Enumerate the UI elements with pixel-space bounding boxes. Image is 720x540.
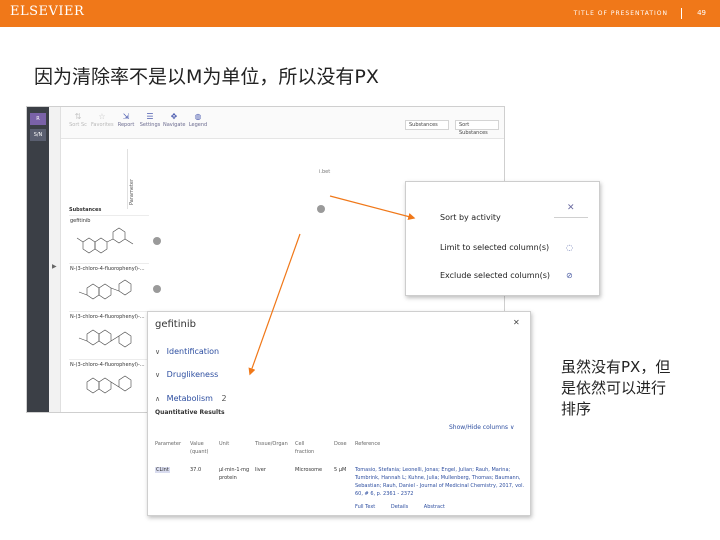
report-icon: ⇲ xyxy=(122,112,130,121)
tool-settings[interactable]: ☰ Settings xyxy=(139,112,161,128)
star-icon: ☆ xyxy=(98,112,106,121)
table-header: Reference xyxy=(355,441,381,447)
column-dot[interactable] xyxy=(317,205,325,213)
parameter-column-header[interactable]: Parameter xyxy=(127,149,139,209)
table-cell: 5 μM xyxy=(334,467,347,473)
toolbar: ⇅ Sort Sc ☆ Favorites ⇲ Report ☰ Setting… xyxy=(61,107,504,139)
abstract-link[interactable]: Abstract xyxy=(424,504,445,510)
brand-logo: ELSEVIER xyxy=(10,4,85,19)
navigate-icon: ✥ xyxy=(170,112,178,121)
section-druglikeness[interactable]: ∨ Druglikeness xyxy=(155,370,218,379)
table-cell: liver xyxy=(255,467,266,473)
list-item[interactable]: N-(3-chloro-4-fluorophenyl)-... xyxy=(69,263,149,309)
table-header: Dose xyxy=(334,441,347,447)
table-header: Parameter xyxy=(155,441,182,447)
exclude-icon[interactable]: ⊘ xyxy=(566,271,573,280)
chevron-down-icon: ∨ xyxy=(155,348,161,356)
molecule-structure-image xyxy=(86,375,132,394)
sort-icon: ⇅ xyxy=(74,112,82,121)
show-hide-label: Show/Hide columns xyxy=(449,424,509,431)
molecule-structure-image xyxy=(78,279,132,300)
sort-substances-select-label: Sort Substances xyxy=(459,122,488,136)
close-icon[interactable]: ✕ xyxy=(567,203,575,213)
value-dot[interactable] xyxy=(153,237,161,245)
table-header: Cell fraction xyxy=(295,441,315,455)
quantitative-results-heading: Quantitative Results xyxy=(155,409,225,416)
tool-legend[interactable]: ◍ Legend xyxy=(187,112,209,128)
tool-legend-label: Legend xyxy=(188,122,208,128)
molecule-structure-image xyxy=(76,227,134,254)
tool-navigate[interactable]: ✥ Navigate xyxy=(163,112,185,128)
sort-options-popup: Sort by activity ✕ Limit to selected col… xyxy=(405,181,600,296)
presentation-title: TITLE OF PRESENTATION xyxy=(573,10,668,17)
table-header: Unit xyxy=(219,441,230,447)
table-header: Tissue/Organ xyxy=(255,441,288,447)
expand-arrow-icon[interactable]: ▶ xyxy=(52,263,57,270)
close-icon[interactable]: ✕ xyxy=(513,318,520,327)
header-divider xyxy=(681,8,682,19)
section-count: 2 xyxy=(221,394,227,403)
section-label: Druglikeness xyxy=(166,370,219,379)
tool-report[interactable]: ⇲ Report xyxy=(115,112,137,128)
table-header: Value (quant) xyxy=(190,441,209,455)
rail-button-r[interactable]: R xyxy=(30,113,46,125)
filter-icon[interactable]: ◌ xyxy=(566,243,573,252)
reference-link[interactable]: Tomasio, Stefania; Leonelli, Jonas; Enge… xyxy=(355,466,527,498)
value-dot[interactable] xyxy=(153,285,161,293)
column-abbreviation: i.bet xyxy=(319,169,331,175)
parameter-header-text: Parameter xyxy=(129,178,135,205)
legend-icon: ◍ xyxy=(194,112,202,121)
settings-icon: ☰ xyxy=(146,112,154,121)
table-cell: CLint xyxy=(155,466,170,474)
tool-sort[interactable]: ⇅ Sort Sc xyxy=(67,112,89,128)
left-rail: R S/N xyxy=(27,107,49,412)
popup-divider xyxy=(554,217,588,218)
chevron-down-icon: ∨ xyxy=(509,424,515,431)
chevron-down-icon: ∨ xyxy=(155,371,161,379)
slide-title: 因为清除率不是以M为单位，所以没有PX xyxy=(34,66,379,88)
substances-select-label: Substances xyxy=(409,122,438,128)
table-cell: 37.0 xyxy=(190,467,202,473)
collapse-strip[interactable]: ▶ xyxy=(49,107,61,412)
substance-name: N-(3-chloro-4-fluorophenyl)-... xyxy=(70,314,145,320)
sort-by-activity-option[interactable]: Sort by activity xyxy=(440,213,501,222)
list-item[interactable]: N-(3-chloro-4-fluorophenyl)-... xyxy=(69,359,149,405)
table-cell: Microsome xyxy=(295,467,323,473)
header-bar: ELSEVIER TITLE OF PRESENTATION 49 xyxy=(0,0,720,27)
details-link[interactable]: Details xyxy=(391,504,408,510)
exclude-columns-option[interactable]: Exclude selected column(s) xyxy=(440,271,550,280)
reference-links: Full Text Details Abstract xyxy=(355,504,459,510)
substance-detail-popup: gefitinib ✕ ∨ Identification ∨ Drugliken… xyxy=(147,311,531,516)
tool-sort-label: Sort Sc xyxy=(69,122,87,128)
tool-navigate-label: Navigate xyxy=(163,122,186,128)
substance-name: N-(3-chloro-4-fluorophenyl)-... xyxy=(70,266,145,272)
section-identification[interactable]: ∨ Identification xyxy=(155,347,219,356)
show-hide-columns-link[interactable]: Show/Hide columns ∨ xyxy=(449,424,514,431)
full-text-link[interactable]: Full Text xyxy=(355,504,375,510)
page-number: 49 xyxy=(697,9,706,17)
slide: ELSEVIER TITLE OF PRESENTATION 49 因为清除率不… xyxy=(0,0,720,540)
substances-select[interactable]: Substances xyxy=(405,120,449,130)
parameter-value: CLint xyxy=(155,467,170,473)
chevron-up-icon: ∧ xyxy=(155,395,161,403)
rail-button-sn[interactable]: S/N xyxy=(30,129,46,141)
section-metabolism[interactable]: ∧ Metabolism 2 xyxy=(155,394,227,403)
section-label: Identification xyxy=(166,347,220,356)
tool-report-label: Report xyxy=(117,122,135,128)
substances-header: Substances xyxy=(69,207,102,213)
tool-settings-label: Settings xyxy=(139,122,161,128)
annotation-note: 虽然没有PX，但 是依然可以进行 排序 xyxy=(561,358,671,418)
substance-title: gefitinib xyxy=(155,319,196,330)
list-item[interactable]: N-(3-chloro-4-fluorophenyl)-... xyxy=(69,311,149,357)
section-label: Metabolism xyxy=(166,394,213,403)
tool-favorites-label: Favorites xyxy=(91,122,114,128)
substance-name: N-(3-chloro-4-fluorophenyl)-... xyxy=(70,362,145,368)
limit-columns-option[interactable]: Limit to selected column(s) xyxy=(440,243,549,252)
molecule-structure-image xyxy=(78,329,132,348)
tool-favorites[interactable]: ☆ Favorites xyxy=(91,112,114,128)
substance-name: gefitinib xyxy=(70,218,91,224)
sort-substances-select[interactable]: Sort Substances xyxy=(455,120,499,136)
table-cell: μl·min-1·mg protein xyxy=(219,467,250,481)
list-item[interactable]: gefitinib xyxy=(69,215,149,261)
